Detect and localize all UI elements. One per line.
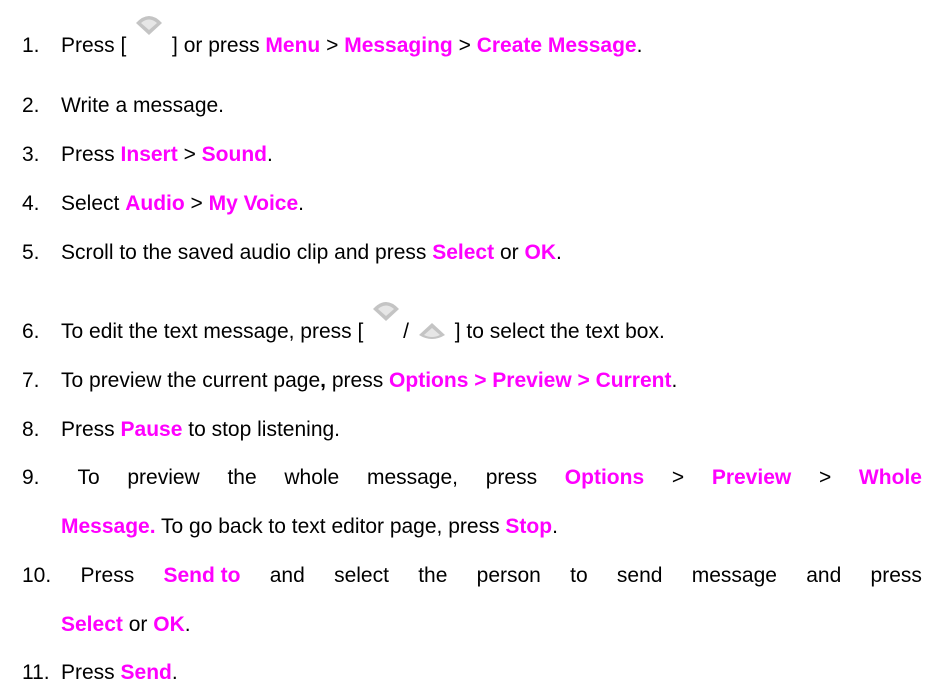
separator: > bbox=[190, 192, 203, 215]
step-text: ] or press bbox=[172, 34, 260, 57]
separator: > bbox=[671, 466, 685, 489]
step-text: Scroll to the saved audio clip and press bbox=[61, 241, 427, 264]
separator: > bbox=[458, 34, 471, 57]
step-9-line-1: 9. To preview the whole message, press O… bbox=[22, 464, 922, 491]
step-6: 6. To edit the text message, press [ / ] … bbox=[22, 302, 921, 345]
step-3: 3. Press Insert > Sound. bbox=[22, 141, 921, 168]
step-11: 11. Press Send. bbox=[22, 659, 921, 686]
step-text: Press bbox=[61, 661, 115, 684]
options-preview-current-label: Options > Preview > Current bbox=[389, 369, 672, 392]
menu-label: Menu bbox=[265, 34, 321, 57]
nav-up-key-icon bbox=[369, 302, 403, 341]
step-text: To edit the text message, press [ bbox=[61, 320, 364, 343]
step-9-line-2: Message. To go back to text editor page,… bbox=[22, 513, 921, 540]
step-text: Write a message. bbox=[61, 94, 225, 117]
punctuation: . bbox=[267, 143, 273, 166]
my-voice-label: My Voice bbox=[208, 192, 299, 215]
step-7: 7. To preview the current page, press Opt… bbox=[22, 367, 921, 394]
step-number: 4. bbox=[22, 192, 40, 215]
send-label: Send bbox=[120, 661, 172, 684]
step-number: 11. bbox=[22, 661, 50, 684]
stop-label: Stop bbox=[505, 515, 553, 538]
word: preview bbox=[127, 466, 200, 489]
step-number: 7. bbox=[22, 369, 40, 392]
messaging-label: Messaging bbox=[344, 34, 453, 57]
word: and bbox=[269, 564, 305, 587]
step-text: To preview the current page bbox=[61, 369, 321, 392]
word: send bbox=[616, 564, 663, 587]
word: person bbox=[476, 564, 541, 587]
message-label: Message. bbox=[61, 515, 156, 538]
step-text: or bbox=[128, 613, 148, 636]
step-10: 10. Press Send to and select the person … bbox=[22, 562, 922, 638]
step-text: To go back to text editor page, press bbox=[161, 515, 500, 538]
step-text: ] to select the text box. bbox=[454, 320, 665, 343]
step-number: 9. bbox=[22, 466, 40, 489]
step-10-line-2: Select or OK. bbox=[22, 611, 921, 638]
word: whole bbox=[284, 466, 340, 489]
pause-label: Pause bbox=[120, 418, 183, 441]
step-10-line-1: 10. Press Send to and select the person … bbox=[22, 562, 922, 589]
step-text: to stop listening. bbox=[188, 418, 341, 441]
preview-label: Preview bbox=[711, 466, 792, 489]
audio-label: Audio bbox=[125, 192, 185, 215]
step-text: Press [ bbox=[61, 34, 127, 57]
word: and bbox=[806, 564, 842, 587]
step-4: 4. Select Audio > My Voice. bbox=[22, 190, 921, 217]
step-number: 3. bbox=[22, 143, 40, 166]
step-number: 10. bbox=[22, 564, 52, 587]
word: to bbox=[570, 564, 588, 587]
punctuation: . bbox=[171, 661, 178, 684]
comma: , bbox=[320, 369, 326, 392]
word: Press bbox=[80, 564, 135, 587]
step-text: Press bbox=[61, 418, 115, 441]
whole-label: Whole bbox=[858, 466, 922, 489]
word: select bbox=[334, 564, 389, 587]
step-8: 8. Press Pause to stop listening. bbox=[22, 416, 921, 443]
slash: / bbox=[403, 320, 410, 343]
punctuation: . bbox=[298, 192, 304, 215]
step-5: 5. Scroll to the saved audio clip and pre… bbox=[22, 239, 921, 266]
word: To bbox=[77, 466, 100, 489]
step-number: 5. bbox=[22, 241, 40, 264]
step-number: 8. bbox=[22, 418, 40, 441]
word: message bbox=[691, 564, 777, 587]
step-text: or bbox=[499, 241, 519, 264]
separator: > bbox=[183, 143, 196, 166]
options-label: Options bbox=[564, 466, 645, 489]
punctuation: . bbox=[671, 369, 678, 392]
ok-label: OK bbox=[524, 241, 556, 264]
punctuation: . bbox=[636, 34, 643, 57]
word: the bbox=[227, 466, 257, 489]
select-label: Select bbox=[61, 613, 123, 636]
step-text: press bbox=[331, 369, 384, 392]
word: press bbox=[870, 564, 922, 587]
select-label: Select bbox=[432, 241, 495, 264]
step-1: 1. Press [ ] or press Menu > Messaging > … bbox=[22, 16, 921, 59]
send-to-label: Send to bbox=[163, 564, 241, 587]
separator: > bbox=[326, 34, 339, 57]
step-number: 1. bbox=[22, 34, 40, 57]
nav-down-key-icon bbox=[415, 323, 449, 341]
punctuation: . bbox=[184, 613, 191, 636]
step-number: 6. bbox=[22, 320, 40, 343]
word: message, bbox=[366, 466, 458, 489]
nav-up-key-icon bbox=[132, 16, 166, 55]
step-text: Select bbox=[61, 192, 120, 215]
sound-label: Sound bbox=[201, 143, 267, 166]
punctuation: . bbox=[552, 515, 558, 538]
ok-label: OK bbox=[153, 613, 185, 636]
punctuation: . bbox=[555, 241, 562, 264]
step-2: 2. Write a message. bbox=[22, 92, 921, 119]
step-text: Press bbox=[61, 143, 115, 166]
step-number: 2. bbox=[22, 94, 40, 117]
separator: > bbox=[818, 466, 832, 489]
create-message-label: Create Message bbox=[476, 34, 637, 57]
insert-label: Insert bbox=[120, 143, 178, 166]
step-9: 9. To preview the whole message, press O… bbox=[22, 464, 922, 540]
word: the bbox=[418, 564, 448, 587]
word: press bbox=[485, 466, 538, 489]
